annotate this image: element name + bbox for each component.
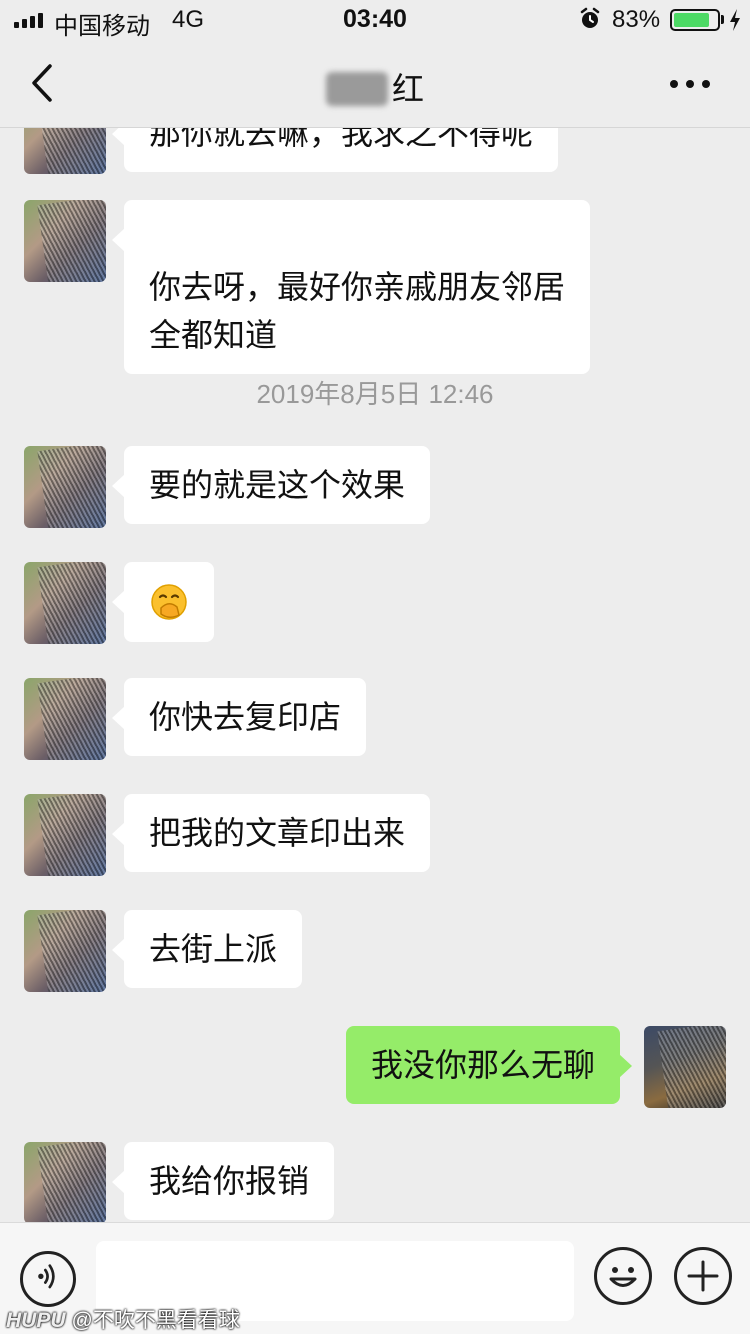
message-bubble-incoming[interactable]: 我给你报销 (111, 1142, 335, 1220)
watermark-brand: HUPU (6, 1309, 66, 1332)
status-bar: 中国移动 4G 03:40 83% (0, 0, 750, 40)
message-list[interactable]: 那你就去嘛，我求之不得呢 你去呀，最好你亲戚朋友邻居 全都知道 2019年8月5… (0, 128, 750, 1222)
plus-icon (687, 1260, 719, 1292)
carrier-name: 中国移动 (54, 13, 150, 40)
message-bubble-incoming[interactable]: 去街上派 (111, 910, 303, 988)
message-text: 我没你那么无聊 (370, 1047, 595, 1083)
watermark: HUPU @不吹不黑看看球 (6, 1304, 240, 1334)
contact-avatar[interactable] (24, 910, 106, 992)
message-bubble-outgoing[interactable]: 我没你那么无聊 (345, 1026, 633, 1104)
contact-avatar[interactable] (24, 562, 106, 644)
message-bubble-incoming[interactable]: 那你就去嘛，我求之不得呢 (111, 128, 559, 172)
message-text: 要的就是这个效果 (149, 467, 406, 503)
message-text: 我给你报销 (149, 1163, 310, 1199)
contact-avatar[interactable] (24, 446, 106, 528)
more-functions-button[interactable] (674, 1247, 732, 1305)
message-bubble-incoming[interactable]: 要的就是这个效果 (111, 446, 431, 524)
redacted-name (325, 72, 388, 106)
contact-avatar[interactable] (24, 794, 106, 876)
network-type: 4G (172, 6, 205, 33)
battery-level-fill (674, 13, 709, 27)
battery-percentage: 83% (612, 6, 661, 33)
alarm-icon (580, 7, 600, 28)
message-timestamp: 2019年8月5日 12:46 (256, 379, 494, 409)
contact-avatar[interactable] (24, 1142, 106, 1222)
message-text: 去街上派 (149, 931, 278, 967)
emoji-button[interactable] (594, 1247, 652, 1305)
message-bubble-incoming[interactable] (112, 562, 214, 642)
message-text: 那你就去嘛，我求之不得呢 (149, 128, 534, 151)
battery-nub (721, 15, 724, 24)
contact-avatar[interactable] (24, 678, 106, 760)
more-options-button[interactable] (670, 74, 720, 94)
battery-icon (670, 9, 720, 31)
signal-strength-icon (14, 12, 43, 28)
chat-title-visible-text: 红 (391, 71, 424, 107)
message-bubble-incoming[interactable]: 把我的文章印出来 (111, 794, 431, 872)
my-avatar[interactable] (644, 1026, 726, 1108)
message-bubble-incoming[interactable]: 你快去复印店 (111, 678, 367, 756)
chat-title: 红 (0, 64, 750, 110)
hand-over-mouth-face-icon (151, 584, 187, 620)
voice-input-button[interactable] (20, 1251, 76, 1307)
watermark-handle: @不吹不黑看看球 (71, 1309, 240, 1332)
message-text: 你去呀，最好你亲戚朋友邻居 全都知道 (149, 269, 566, 353)
voice-icon (38, 1264, 55, 1289)
ellipsis-icon (670, 80, 678, 88)
message-text: 你快去复印店 (149, 699, 342, 735)
message-bubble-incoming[interactable]: 你去呀，最好你亲戚朋友邻居 全都知道 (111, 200, 591, 374)
smiley-icon (609, 1267, 637, 1287)
contact-avatar[interactable] (24, 200, 106, 282)
charging-bolt-icon (730, 9, 740, 31)
message-text: 把我的文章印出来 (149, 815, 406, 851)
contact-avatar[interactable] (24, 128, 106, 174)
chat-header: 红 (0, 40, 750, 128)
